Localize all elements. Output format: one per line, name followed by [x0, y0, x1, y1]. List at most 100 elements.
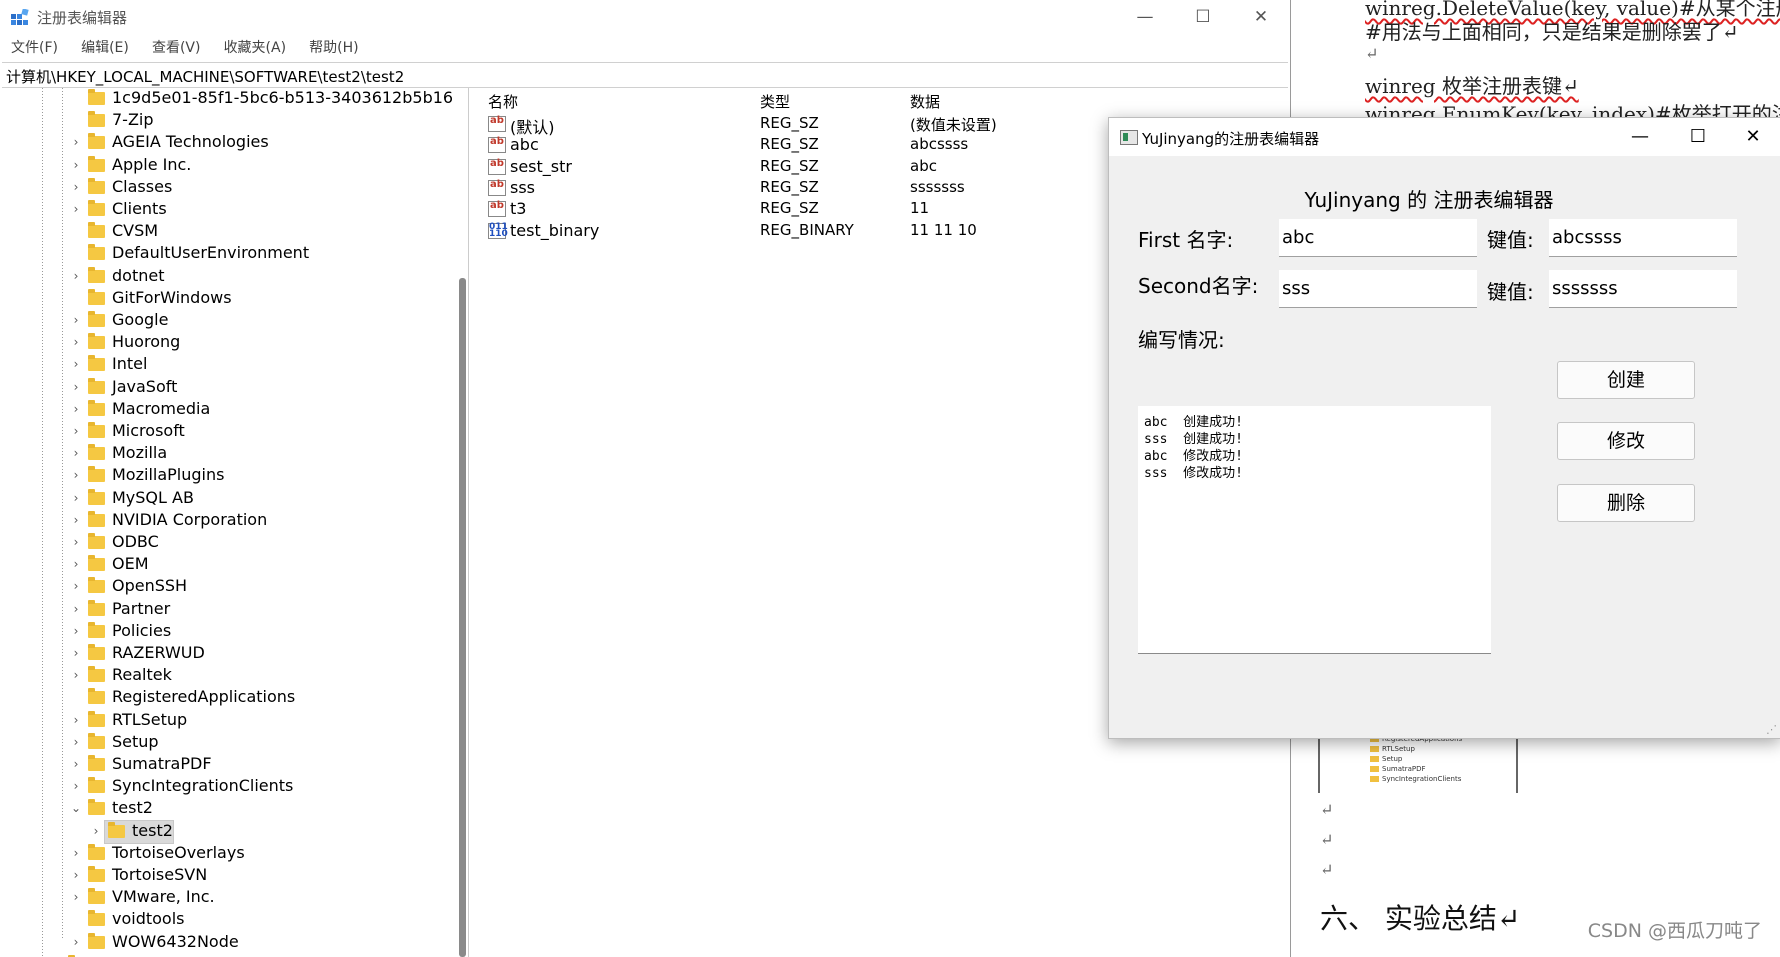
tree-item[interactable]: › NVIDIA Corporation — [0, 509, 460, 531]
chevron-right-icon[interactable]: › — [70, 179, 82, 195]
menu-edit[interactable]: 编辑(E) — [81, 36, 129, 60]
tree-item[interactable]: › Macromedia — [0, 398, 460, 420]
column-header-type[interactable]: 类型 — [760, 91, 790, 112]
tree-item[interactable]: › SumatraPDF — [0, 753, 460, 775]
tree-item[interactable]: › Policies — [0, 620, 460, 642]
chevron-right-icon[interactable]: › — [70, 467, 82, 483]
chevron-right-icon[interactable]: › — [70, 356, 82, 372]
tree-item[interactable]: 7-Zip — [0, 109, 460, 131]
tree-scrollbar[interactable] — [459, 278, 466, 957]
chevron-down-icon[interactable]: ⌄ — [70, 800, 82, 816]
tree-item[interactable]: › Realtek — [0, 664, 460, 686]
tree-item[interactable]: › RAZERWUD — [0, 642, 460, 664]
chevron-right-icon[interactable]: › — [70, 379, 82, 395]
dialog-close-button[interactable]: ✕ — [1724, 118, 1780, 156]
tree-item[interactable]: › Google — [0, 309, 460, 331]
chevron-right-icon[interactable]: › — [70, 556, 82, 572]
chevron-right-icon[interactable]: › — [70, 312, 82, 328]
menu-file[interactable]: 文件(F) — [11, 36, 58, 60]
dialog-maximize-button[interactable]: ☐ — [1669, 118, 1727, 156]
tree-item[interactable]: › AGEIA Technologies — [0, 131, 460, 153]
chevron-right-icon[interactable]: › — [70, 778, 82, 794]
chevron-right-icon[interactable]: › — [70, 445, 82, 461]
tree-item[interactable]: › Apple Inc. — [0, 154, 460, 176]
menu-help[interactable]: 帮助(H) — [309, 36, 358, 60]
create-button[interactable]: 创建 — [1557, 361, 1695, 399]
dialog-minimize-button[interactable]: — — [1611, 118, 1669, 156]
chevron-right-icon[interactable]: › — [70, 401, 82, 417]
tree-item[interactable]: › Microsoft — [0, 420, 460, 442]
chevron-right-icon[interactable]: › — [70, 490, 82, 506]
tree-item[interactable]: › Clients — [0, 198, 460, 220]
first-name-input[interactable] — [1279, 219, 1477, 257]
tree-item[interactable]: › Huorong — [0, 331, 460, 353]
key-tree-pane[interactable]: 1c9d5e01-85f1-5bc6-b513-3403612b5b16 7-Zi… — [0, 88, 469, 957]
tree-item[interactable]: › Mozilla — [0, 442, 460, 464]
tree-item[interactable]: GitForWindows — [0, 287, 460, 309]
tree-item[interactable]: › Intel — [0, 353, 460, 375]
tree-item[interactable]: › MySQL AB — [0, 487, 460, 509]
chevron-right-icon[interactable]: › — [70, 423, 82, 439]
second-key-value-input[interactable] — [1549, 270, 1737, 308]
tree-item[interactable]: › OEM — [0, 553, 460, 575]
menu-favorites[interactable]: 收藏夹(A) — [224, 36, 287, 60]
delete-button[interactable]: 删除 — [1557, 484, 1695, 522]
chevron-right-icon[interactable]: › — [70, 756, 82, 772]
chevron-right-icon[interactable]: › — [70, 157, 82, 173]
close-button[interactable]: ✕ — [1232, 0, 1290, 34]
tree-item[interactable]: CVSM — [0, 220, 460, 242]
chevron-right-icon[interactable]: › — [70, 845, 82, 861]
chevron-right-icon[interactable]: › — [70, 734, 82, 750]
maximize-button[interactable]: ☐ — [1174, 0, 1232, 34]
tree-item[interactable]: 1c9d5e01-85f1-5bc6-b513-3403612b5b16 — [0, 88, 460, 109]
chevron-right-icon[interactable]: › — [70, 623, 82, 639]
tree-item[interactable]: › ODBC — [0, 531, 460, 553]
tree-item[interactable]: › TortoiseOverlays — [0, 842, 460, 864]
tree-item[interactable]: ›SYSTEM — [0, 953, 460, 957]
dialog-title-bar[interactable]: YuJinyang的注册表编辑器 — ☐ ✕ — [1109, 118, 1780, 156]
minimize-button[interactable]: — — [1116, 0, 1174, 34]
chevron-right-icon[interactable]: › — [70, 934, 82, 950]
chevron-right-icon[interactable]: › — [70, 578, 82, 594]
tree-item[interactable]: › test2 — [0, 819, 460, 844]
chevron-right-icon[interactable]: › — [70, 712, 82, 728]
chevron-right-icon[interactable]: › — [70, 134, 82, 150]
tree-item[interactable]: RegisteredApplications — [0, 686, 460, 708]
chevron-right-icon[interactable]: › — [70, 667, 82, 683]
chevron-right-icon[interactable]: › — [70, 268, 82, 284]
menu-view[interactable]: 查看(V) — [152, 36, 201, 60]
chevron-right-icon[interactable]: › — [70, 512, 82, 528]
tree-item[interactable]: › RTLSetup — [0, 709, 460, 731]
tree-item[interactable]: › SyncIntegrationClients — [0, 775, 460, 797]
second-name-input[interactable] — [1279, 270, 1477, 308]
log-textarea[interactable]: abc 创建成功! sss 创建成功! abc 修改成功! sss 修改成功! — [1138, 406, 1491, 654]
tree-item[interactable]: › OpenSSH — [0, 575, 460, 597]
column-header-name[interactable]: 名称 — [488, 91, 518, 112]
tree-item[interactable]: › Setup — [0, 731, 460, 753]
resize-grip-icon[interactable]: ⋰ — [1766, 723, 1777, 736]
modify-button[interactable]: 修改 — [1557, 422, 1695, 460]
title-bar[interactable]: 注册表编辑器 — ☐ ✕ — [0, 0, 1290, 34]
tree-item[interactable]: ⌄ test2 — [0, 797, 460, 819]
tree-item[interactable]: › Partner — [0, 598, 460, 620]
chevron-right-icon[interactable]: › — [90, 823, 102, 839]
chevron-right-icon[interactable]: › — [70, 645, 82, 661]
tree-item[interactable]: › Classes — [0, 176, 460, 198]
tree-item[interactable]: › WOW6432Node — [0, 931, 460, 953]
first-key-value-input[interactable] — [1549, 219, 1737, 257]
chevron-right-icon[interactable]: › — [70, 201, 82, 217]
tree-item[interactable]: › VMware, Inc. — [0, 886, 460, 908]
tree-item[interactable]: voidtools — [0, 908, 460, 930]
chevron-right-icon[interactable]: › — [70, 889, 82, 905]
address-bar[interactable]: 计算机\HKEY_LOCAL_MACHINE\SOFTWARE\test2\te… — [2, 62, 1288, 88]
tree-item[interactable]: › JavaSoft — [0, 376, 460, 398]
chevron-right-icon[interactable]: › — [70, 534, 82, 550]
tree-item[interactable]: › MozillaPlugins — [0, 464, 460, 486]
chevron-right-icon[interactable]: › — [70, 334, 82, 350]
tree-item[interactable]: › TortoiseSVN — [0, 864, 460, 886]
column-header-data[interactable]: 数据 — [910, 91, 940, 112]
tree-item[interactable]: DefaultUserEnvironment — [0, 242, 460, 264]
chevron-right-icon[interactable]: › — [70, 867, 82, 883]
chevron-right-icon[interactable]: › — [70, 601, 82, 617]
tree-item[interactable]: › dotnet — [0, 265, 460, 287]
